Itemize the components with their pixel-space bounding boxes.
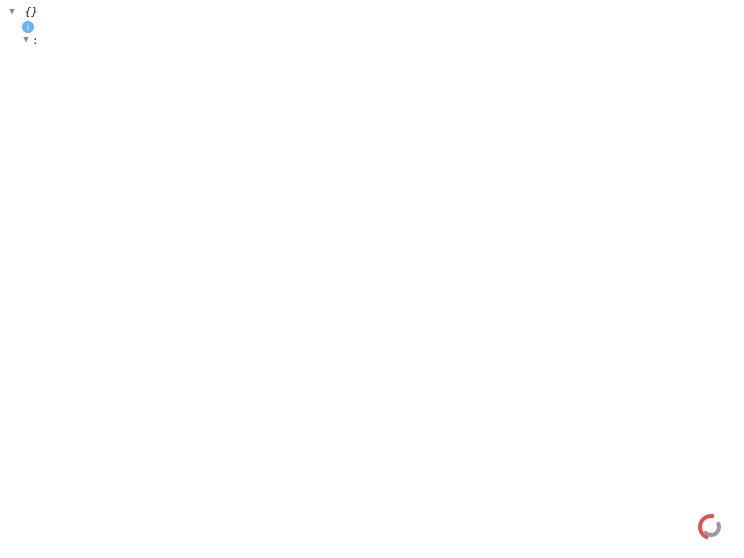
info-icon[interactable]: i [22, 21, 34, 33]
info-row: i [8, 21, 736, 33]
watermark-logo-icon [698, 514, 728, 544]
expand-triangle-icon[interactable] [22, 34, 30, 48]
brace-close: } [31, 4, 38, 21]
options-row[interactable]: : [8, 33, 736, 50]
watermark [698, 514, 734, 544]
expand-triangle-icon[interactable] [8, 6, 16, 20]
object-summary-row[interactable]: { } [8, 4, 736, 21]
